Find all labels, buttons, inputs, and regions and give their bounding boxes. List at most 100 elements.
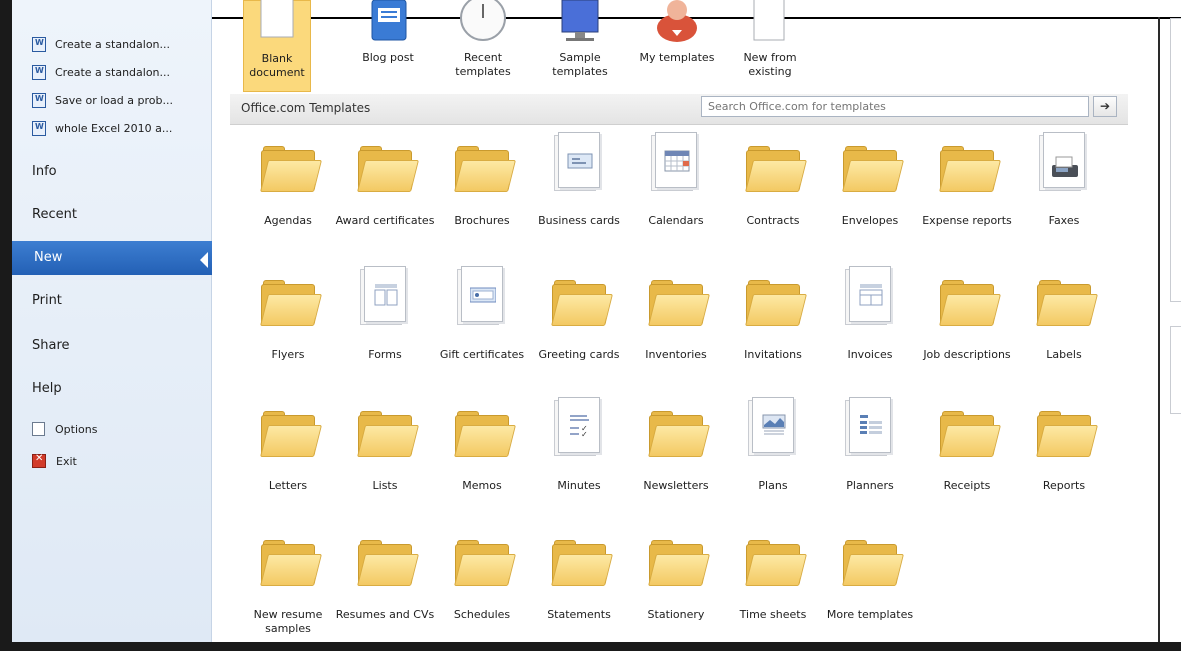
blank-document-icon — [260, 0, 294, 38]
recent-document-4[interactable]: whole Excel 2010 a... — [32, 118, 172, 138]
calendar-icon — [651, 132, 699, 191]
template-blog-post[interactable]: Blog post — [350, 0, 426, 92]
category-faxes[interactable]: Faxes — [1020, 128, 1108, 240]
template-label: Blog post — [362, 51, 414, 64]
word-document-icon — [32, 64, 46, 80]
template-sample-templates[interactable]: Sample templates — [545, 0, 615, 92]
category-label: Flyers — [271, 348, 305, 361]
recent-document-2[interactable]: Create a standalon... — [32, 62, 170, 82]
category-minutes[interactable]: ✓ ✓ Minutes — [535, 393, 623, 505]
template-blank-document[interactable]: Blank document — [243, 0, 311, 92]
folder-icon — [454, 146, 516, 192]
category-business-cards[interactable]: Business cards — [535, 128, 623, 240]
planner-icon — [845, 397, 893, 456]
category-reports[interactable]: Reports — [1020, 393, 1108, 505]
template-recent-templates[interactable]: Recent templates — [448, 0, 518, 92]
word-document-icon — [32, 36, 46, 52]
word-document-icon — [32, 92, 46, 108]
folder-icon — [745, 280, 807, 326]
folder-icon — [551, 540, 613, 586]
nav-new[interactable]: New — [12, 241, 212, 275]
category-planners[interactable]: Planners — [826, 393, 914, 505]
category-labels[interactable]: Labels — [1020, 262, 1108, 374]
category-label: Newsletters — [643, 479, 709, 492]
window-frame-left — [0, 0, 12, 651]
folder-icon — [454, 540, 516, 586]
window-frame-right — [1158, 17, 1160, 651]
category-job-descriptions[interactable]: Job descriptions — [923, 262, 1011, 374]
recent-document-label: Create a standalon... — [55, 65, 171, 79]
category-label: Forms — [368, 348, 402, 361]
folder-icon — [260, 280, 322, 326]
category-flyers[interactable]: Flyers — [244, 262, 332, 374]
category-expense-reports[interactable]: Expense reports — [922, 128, 1012, 240]
category-inventories[interactable]: Inventories — [632, 262, 720, 374]
category-memos[interactable]: Memos — [438, 393, 526, 505]
nav-help[interactable]: Help — [32, 381, 62, 396]
recent-document-1[interactable]: Create a standalon... — [32, 34, 170, 54]
category-receipts[interactable]: Receipts — [923, 393, 1011, 505]
category-agendas[interactable]: Agendas — [244, 128, 332, 240]
folder-icon — [1036, 411, 1098, 457]
monitor-icon — [561, 0, 599, 41]
nav-new-label: New — [34, 250, 63, 265]
category-contracts[interactable]: Contracts — [729, 128, 817, 240]
template-new-from-existing[interactable]: New from existing — [735, 0, 805, 92]
category-more-templates[interactable]: More templates — [826, 522, 914, 634]
category-label: Receipts — [943, 479, 991, 492]
template-label: Sample templates — [552, 51, 608, 78]
category-label: Award certificates — [335, 214, 435, 227]
nav-recent[interactable]: Recent — [32, 207, 77, 222]
invoice-icon — [845, 266, 893, 325]
category-plans[interactable]: Plans — [729, 393, 817, 505]
office-templates-bar: Office.com Templates ➔ — [230, 94, 1128, 125]
folder-icon — [842, 146, 904, 192]
category-envelopes[interactable]: Envelopes — [826, 128, 914, 240]
nav-share[interactable]: Share — [32, 338, 70, 353]
category-award-certificates[interactable]: Award certificates — [336, 128, 434, 240]
category-label: Statements — [547, 608, 611, 621]
nav-selected-notch — [200, 252, 208, 268]
category-schedules[interactable]: Schedules — [438, 522, 526, 634]
search-go-button[interactable]: ➔ — [1093, 96, 1117, 117]
category-brochures[interactable]: Brochures — [438, 128, 526, 240]
category-newsletters[interactable]: Newsletters — [632, 393, 720, 505]
category-forms[interactable]: Forms — [341, 262, 429, 374]
category-invitations[interactable]: Invitations — [729, 262, 817, 374]
nav-exit[interactable]: Exit — [32, 453, 77, 468]
category-label: Planners — [846, 479, 894, 492]
nav-options[interactable]: Options — [32, 422, 97, 436]
folder-icon — [357, 540, 419, 586]
folder-icon — [842, 540, 904, 586]
preview-panel — [1170, 18, 1181, 302]
category-label: Schedules — [453, 608, 511, 621]
category-label: Invitations — [744, 348, 802, 361]
category-label: Labels — [1046, 348, 1082, 361]
blog-post-icon — [371, 0, 407, 41]
category-label: Faxes — [1048, 214, 1080, 227]
folder-icon — [357, 146, 419, 192]
category-greeting-cards[interactable]: Greeting cards — [535, 262, 623, 374]
category-label: Expense reports — [922, 214, 1012, 227]
category-statements[interactable]: Statements — [535, 522, 623, 634]
recent-document-3[interactable]: Save or load a prob... — [32, 90, 173, 110]
category-calendars[interactable]: Calendars — [632, 128, 720, 240]
nav-options-label: Options — [55, 422, 98, 436]
template-search-input[interactable] — [701, 96, 1089, 117]
category-gift-certificates[interactable]: Gift certificates — [438, 262, 526, 374]
gift-certificate-icon — [457, 266, 505, 325]
category-label: Lists — [372, 479, 398, 492]
category-new-resume-samples[interactable]: New resume samples — [244, 522, 332, 635]
template-label: Recent templates — [455, 51, 511, 78]
template-my-templates[interactable]: My templates — [633, 0, 721, 92]
backstage-sidebar: Create a standalon... Create a standalon… — [12, 0, 212, 642]
category-resumes-and-cvs[interactable]: Resumes and CVs — [336, 522, 434, 634]
nav-info[interactable]: Info — [32, 164, 57, 179]
nav-print[interactable]: Print — [32, 293, 62, 308]
category-stationery[interactable]: Stationery — [632, 522, 720, 634]
category-invoices[interactable]: Invoices — [826, 262, 914, 374]
category-letters[interactable]: Letters — [244, 393, 332, 505]
category-lists[interactable]: Lists — [341, 393, 429, 505]
exit-icon — [32, 453, 46, 468]
category-time-sheets[interactable]: Time sheets — [729, 522, 817, 634]
